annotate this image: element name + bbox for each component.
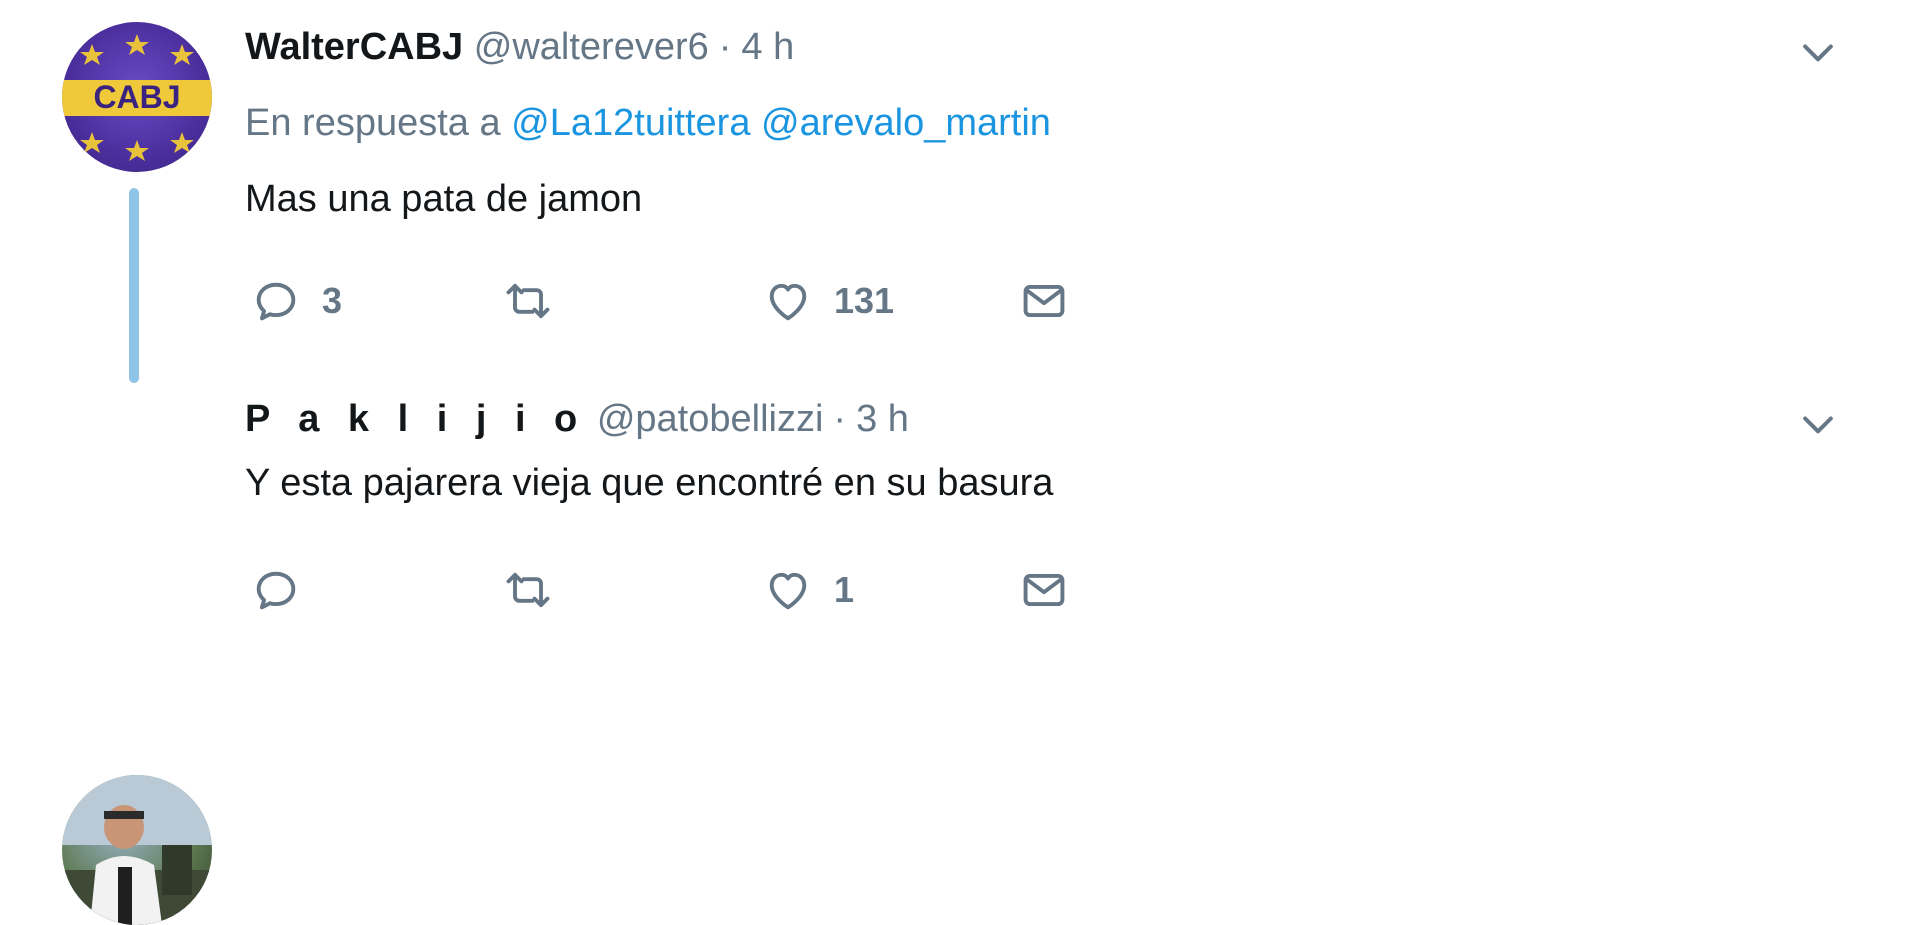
tweet-text: Mas una pata de jamon xyxy=(245,178,643,220)
profile-photo-image xyxy=(62,775,212,925)
like-count: 1 xyxy=(834,569,855,610)
envelope-icon xyxy=(1023,573,1065,607)
retweet-button[interactable] xyxy=(502,562,574,618)
reply-button[interactable]: 3 xyxy=(250,273,342,329)
mention-link[interactable]: @La12tuittera xyxy=(511,102,750,144)
like-button[interactable]: 1 xyxy=(762,562,854,618)
envelope-icon xyxy=(1023,284,1065,318)
retweet-icon xyxy=(506,283,550,319)
thread-line xyxy=(129,188,139,383)
retweet-button[interactable] xyxy=(502,273,574,329)
reply-context: En respuesta a @La12tuittera @arevalo_ma… xyxy=(245,102,1051,145)
direct-message-button[interactable] xyxy=(1018,273,1070,329)
avatar[interactable]: CABJ xyxy=(62,22,212,172)
reply-button[interactable] xyxy=(250,562,322,618)
reply-prefix: En respuesta a xyxy=(245,102,501,144)
user-handle[interactable]: @patobellizzi xyxy=(597,398,824,440)
heart-icon xyxy=(769,283,807,321)
reply-icon xyxy=(256,571,296,610)
chevron-down-icon[interactable] xyxy=(1796,402,1840,446)
tweet-text: Y esta pajarera vieja que encontré en su… xyxy=(245,462,1054,504)
avatar[interactable] xyxy=(62,775,212,925)
mention-link[interactable]: @arevalo_martin xyxy=(761,102,1051,144)
avatar-text: CABJ xyxy=(93,79,180,115)
tweet[interactable]: P a k l i j i o @patobellizzi · 3 h Y esta… xyxy=(0,380,1920,925)
retweet-icon xyxy=(506,572,550,608)
separator: · xyxy=(833,398,847,440)
chevron-down-icon[interactable] xyxy=(1796,30,1840,74)
display-name[interactable]: WalterCABJ xyxy=(245,26,463,68)
direct-message-button[interactable] xyxy=(1018,562,1070,618)
tweet[interactable]: CABJ WalterCABJ @walterever6 · 4 h En resp… xyxy=(0,0,1920,383)
cabj-logo-image: CABJ xyxy=(62,34,212,161)
like-count: 131 xyxy=(834,280,895,321)
timestamp[interactable]: 4 h xyxy=(741,26,794,68)
reply-count: 3 xyxy=(322,280,343,321)
reply-icon xyxy=(256,282,296,321)
timestamp[interactable]: 3 h xyxy=(856,398,909,440)
tweet-header: P a k l i j i o @patobellizzi · 3 h xyxy=(245,398,909,441)
heart-icon xyxy=(769,572,807,610)
like-button[interactable]: 131 xyxy=(762,273,894,329)
display-name[interactable]: P a k l i j i o xyxy=(245,398,586,440)
separator: · xyxy=(718,26,732,68)
user-handle[interactable]: @walterever6 xyxy=(474,26,709,68)
tweet-header: WalterCABJ @walterever6 · 4 h xyxy=(245,26,794,69)
